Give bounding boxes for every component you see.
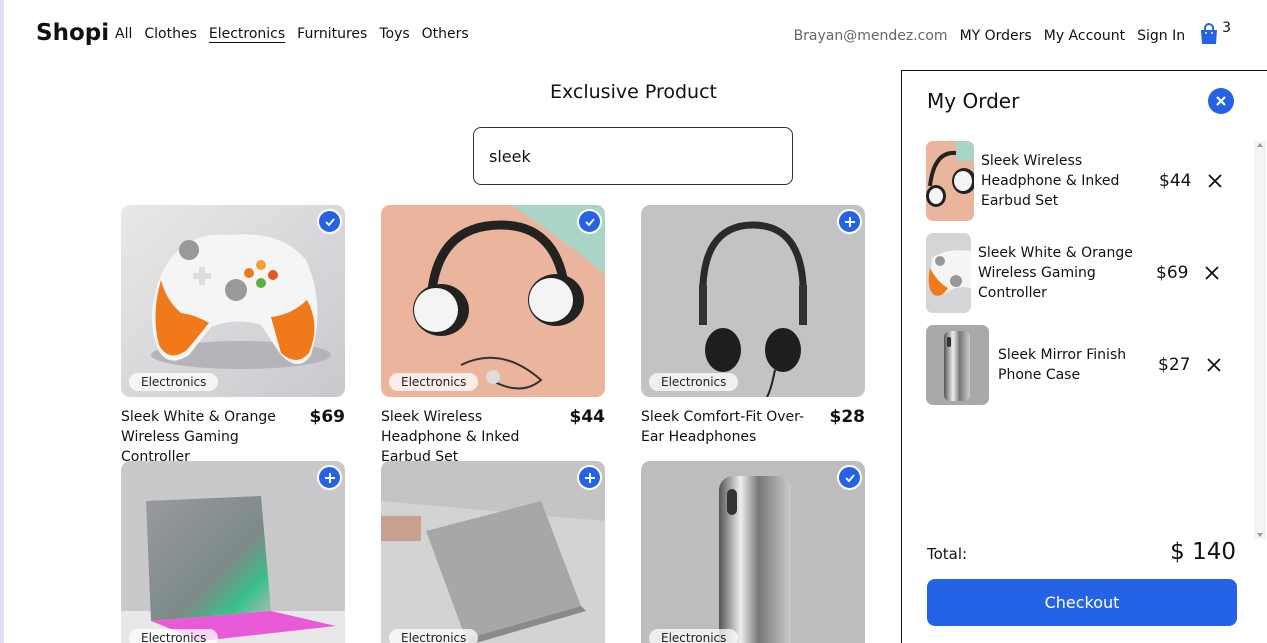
cart-button[interactable]: 3 xyxy=(1199,20,1231,45)
plus-icon xyxy=(584,472,595,483)
sign-in-link[interactable]: Sign In xyxy=(1137,28,1185,44)
order-item: Sleek Wireless Headphone & Inked Earbud … xyxy=(926,141,1246,221)
top-navbar: Shopi All Clothes Electronics Furnitures… xyxy=(0,0,1267,70)
remove-item-icon[interactable] xyxy=(1205,171,1225,191)
logo[interactable]: Shopi xyxy=(36,20,109,46)
category-links: All Clothes Electronics Furnitures Toys … xyxy=(115,26,469,42)
checkout-button[interactable]: Checkout xyxy=(927,579,1237,626)
order-panel: My Order Sleek Wireless Headphone & Inke… xyxy=(901,70,1267,643)
panel-title: My Order xyxy=(927,89,1020,113)
order-item-name: Sleek Wireless Headphone & Inked Earbud … xyxy=(981,153,1120,209)
shopping-bag-icon xyxy=(1201,23,1218,44)
cart-count: 3 xyxy=(1222,20,1231,36)
product-image: Electronics xyxy=(641,461,865,643)
order-item-name: Sleek Mirror Finish Phone Case xyxy=(998,347,1127,383)
order-item: Sleek White & Orange Wireless Gaming Con… xyxy=(926,233,1246,313)
product-image: Electronics xyxy=(641,205,865,397)
category-badge: Electronics xyxy=(649,373,739,391)
order-item-thumbnail xyxy=(926,233,971,313)
my-orders-link[interactable]: MY Orders xyxy=(960,28,1032,44)
category-badge: Electronics xyxy=(389,373,479,391)
product-image: Electronics xyxy=(121,205,345,397)
product-card[interactable]: Electronics xyxy=(641,461,865,643)
order-item-price: $27 xyxy=(1158,355,1191,375)
order-item: Sleek Mirror Finish Phone Case $27 xyxy=(926,325,1246,405)
order-item-price: $69 xyxy=(1156,263,1189,283)
category-badge: Electronics xyxy=(129,373,219,391)
search-input[interactable] xyxy=(473,127,793,185)
scroll-up-icon[interactable] xyxy=(1257,143,1263,147)
add-to-cart-button[interactable] xyxy=(577,465,602,490)
nav-link-clothes[interactable]: Clothes xyxy=(144,26,197,42)
nav-link-furnitures[interactable]: Furnitures xyxy=(297,26,367,42)
nav-link-electronics[interactable]: Electronics xyxy=(209,26,285,42)
category-badge: Electronics xyxy=(649,629,739,643)
remove-item-icon[interactable] xyxy=(1202,263,1222,283)
add-to-cart-button[interactable] xyxy=(837,209,862,234)
product-name: Sleek Wireless Headphone & Inked Earbud … xyxy=(381,409,520,465)
check-icon xyxy=(584,217,595,226)
user-email: Brayan@mendez.com xyxy=(793,27,948,44)
product-price: $69 xyxy=(309,407,346,427)
scroll-down-icon[interactable] xyxy=(1257,533,1263,537)
product-image: Electronics xyxy=(121,461,345,643)
product-card[interactable]: Electronics Sleek Comfort-Fit Over-Ear H… xyxy=(641,205,865,447)
product-card[interactable]: Electronics Sleek White & Orange Wireles… xyxy=(121,205,345,467)
in-cart-check-button[interactable] xyxy=(837,465,862,490)
product-info: Sleek Wireless Headphone & Inked Earbud … xyxy=(381,407,605,467)
in-cart-check-button[interactable] xyxy=(577,209,602,234)
total-value: $ 140 xyxy=(1170,539,1236,565)
plus-icon xyxy=(844,216,855,227)
order-item-price: $44 xyxy=(1159,171,1192,191)
product-card[interactable]: Electronics xyxy=(121,461,345,643)
in-cart-check-button[interactable] xyxy=(317,209,342,234)
product-price: $44 xyxy=(569,407,606,427)
close-panel-button[interactable] xyxy=(1208,88,1234,114)
product-info: Sleek Comfort-Fit Over-Ear Headphones $2… xyxy=(641,407,865,447)
nav-link-all[interactable]: All xyxy=(115,26,132,42)
order-item-name: Sleek White & Orange Wireless Gaming Con… xyxy=(978,245,1133,301)
plus-icon xyxy=(324,472,335,483)
category-badge: Electronics xyxy=(129,629,219,643)
panel-scrollbar[interactable] xyxy=(1254,141,1266,539)
check-icon xyxy=(324,217,335,226)
product-image: Electronics xyxy=(381,461,605,643)
order-item-thumbnail xyxy=(926,325,989,405)
order-item-thumbnail xyxy=(926,141,974,221)
remove-item-icon[interactable] xyxy=(1204,355,1224,375)
category-badge: Electronics xyxy=(389,629,479,643)
product-name: Sleek White & Orange Wireless Gaming Con… xyxy=(121,409,276,465)
my-account-link[interactable]: My Account xyxy=(1044,28,1125,44)
product-name: Sleek Comfort-Fit Over-Ear Headphones xyxy=(641,409,805,445)
close-icon xyxy=(1216,96,1226,106)
product-card[interactable]: Electronics xyxy=(381,461,605,643)
nav-link-toys[interactable]: Toys xyxy=(379,26,409,42)
nav-link-others[interactable]: Others xyxy=(422,26,469,42)
product-info: Sleek White & Orange Wireless Gaming Con… xyxy=(121,407,345,467)
add-to-cart-button[interactable] xyxy=(317,465,342,490)
product-card[interactable]: Electronics Sleek Wireless Headphone & I… xyxy=(381,205,605,467)
product-price: $28 xyxy=(829,407,866,427)
product-image: Electronics xyxy=(381,205,605,397)
total-label: Total: xyxy=(927,545,968,563)
account-links: Brayan@mendez.com MY Orders My Account S… xyxy=(793,20,1231,45)
check-icon xyxy=(844,473,855,482)
